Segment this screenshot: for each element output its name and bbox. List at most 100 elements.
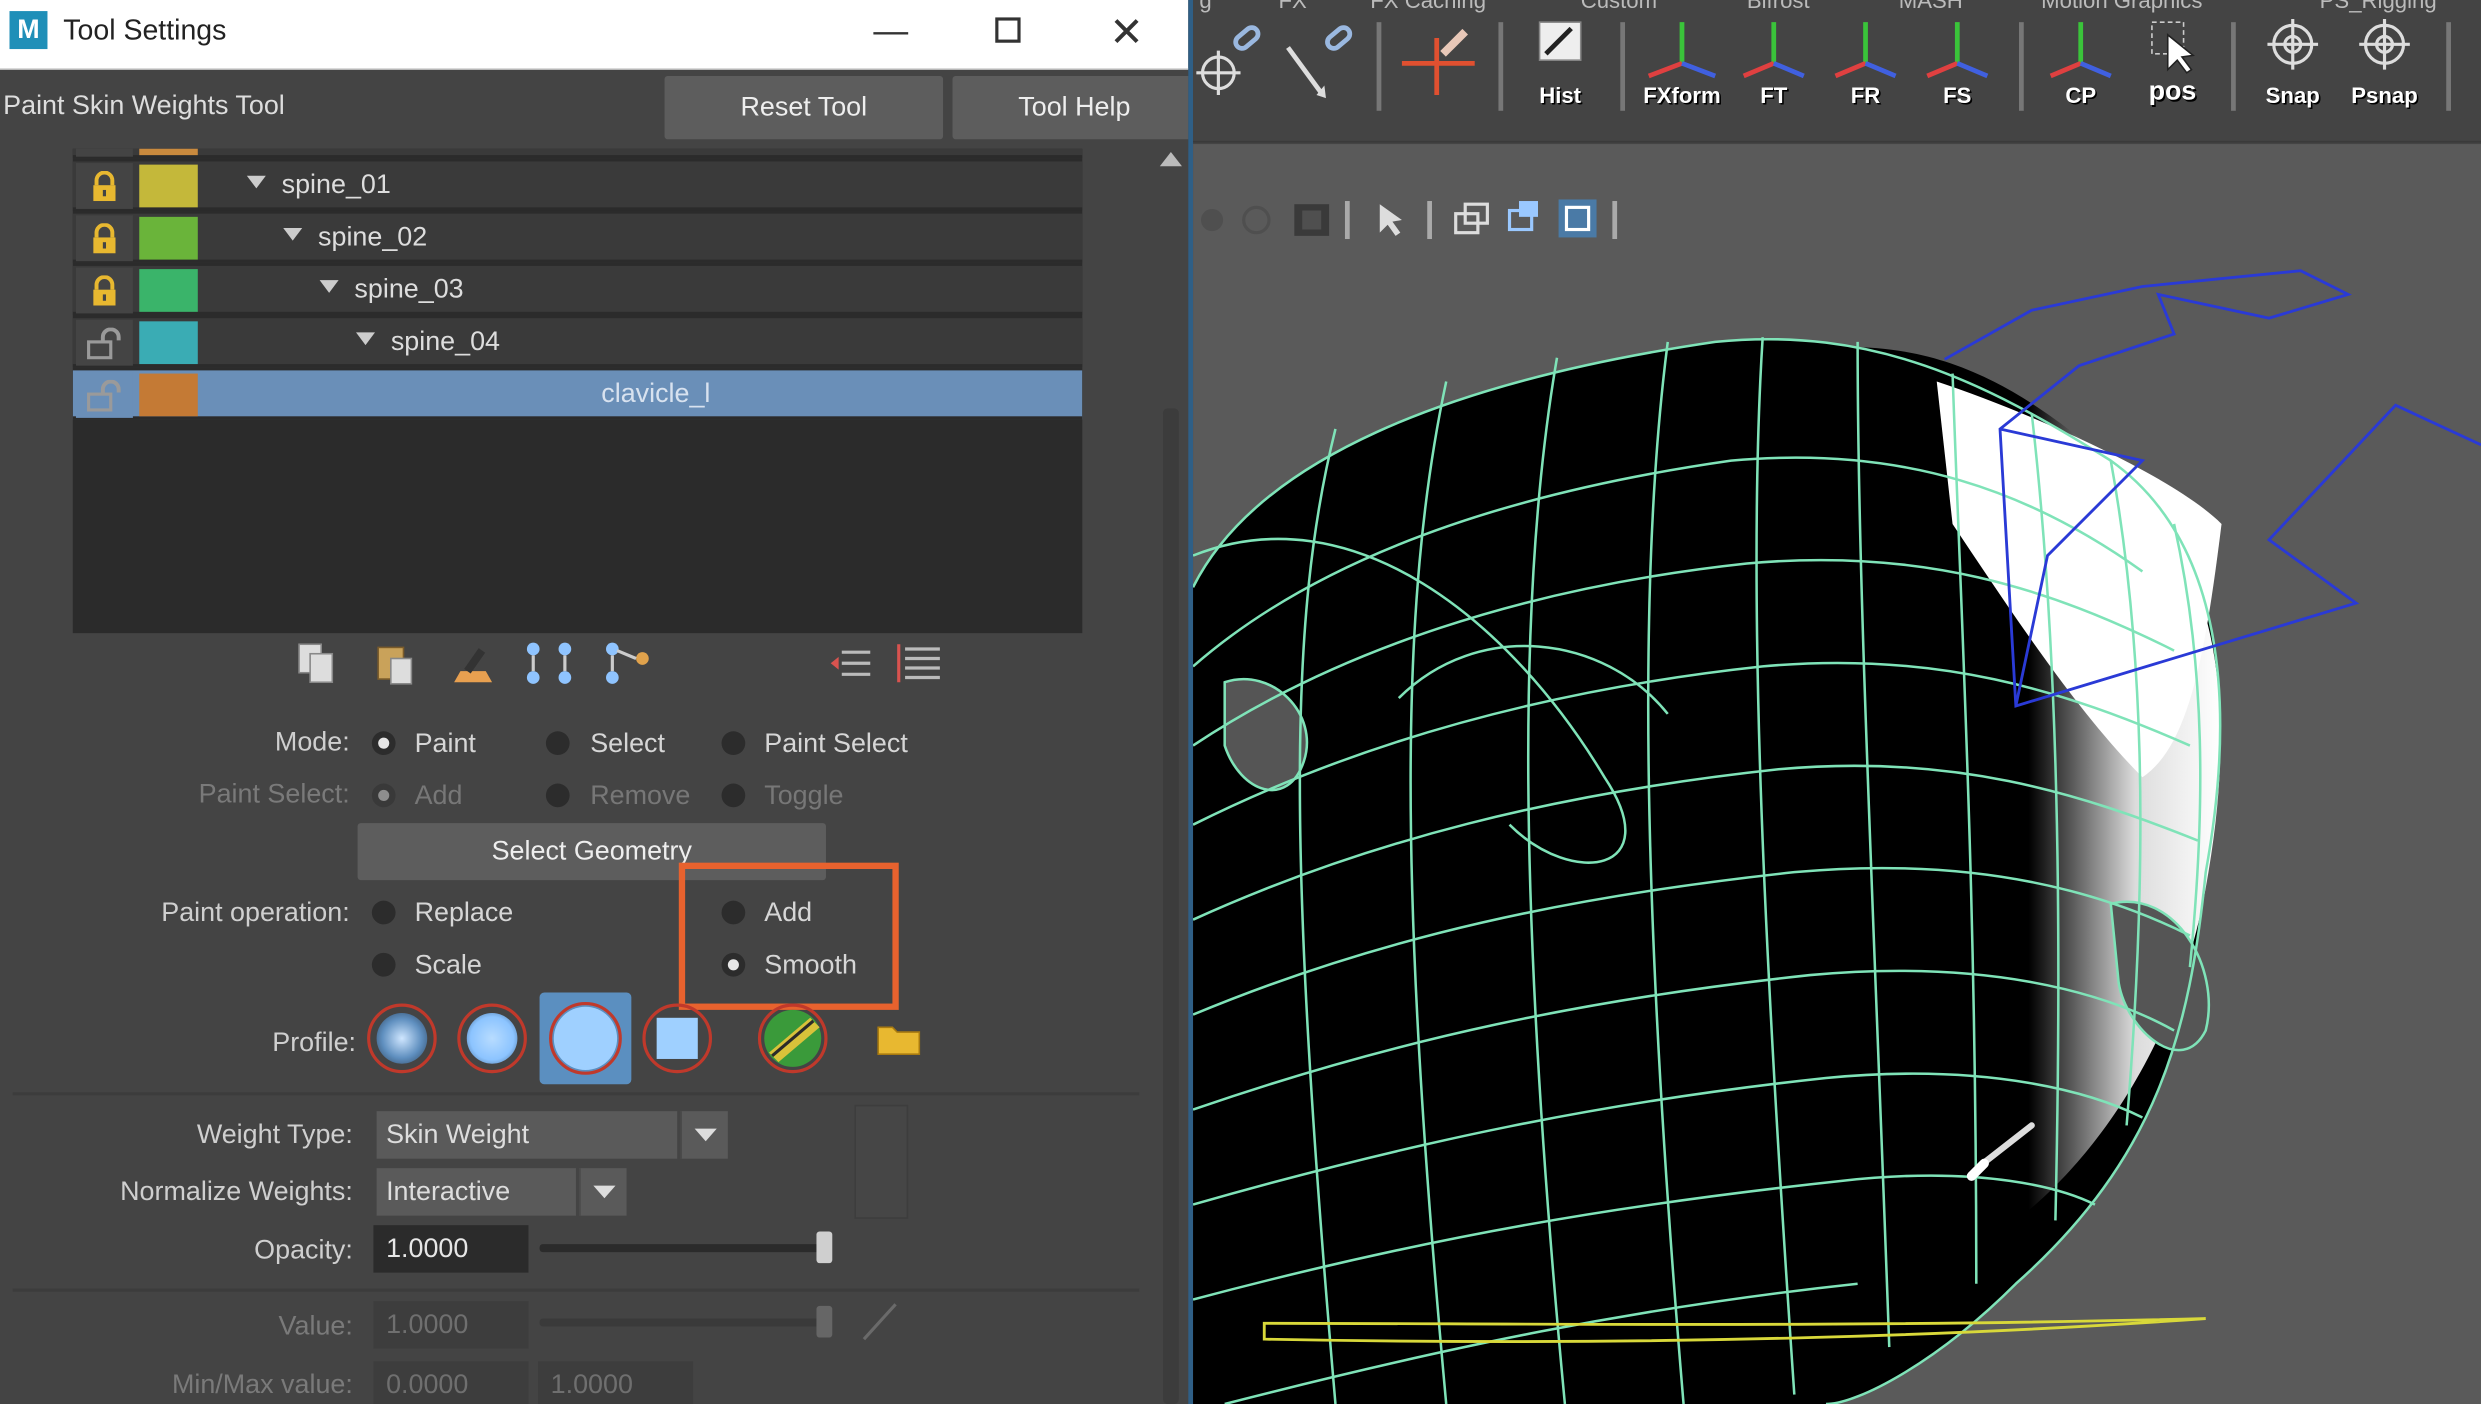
- paint-select-remove-label: Remove: [590, 780, 691, 811]
- square-brush-icon[interactable]: [642, 1003, 713, 1074]
- value-slider-handle: [816, 1305, 833, 1338]
- influence-row[interactable]: spine_01: [72, 161, 1083, 211]
- influence-color-swatch[interactable]: [139, 164, 198, 208]
- mode-paint-select-radio[interactable]: [721, 731, 746, 756]
- normalize-weights-dropdown[interactable]: Interactive: [376, 1168, 576, 1216]
- tool-help-button[interactable]: Tool Help: [952, 75, 1189, 140]
- paint-op-scale-radio[interactable]: [371, 952, 396, 977]
- shelf-tab-custom[interactable]: Custom: [1581, 0, 1657, 13]
- close-button[interactable]: ✕: [1095, 9, 1158, 56]
- influence-row[interactable]: spine_04: [72, 318, 1083, 368]
- shelf-tab-fx[interactable]: FX: [1278, 0, 1306, 13]
- mode-paint-radio[interactable]: [371, 731, 396, 756]
- joint-tool-icon[interactable]: [1396, 16, 1481, 114]
- minimize-button[interactable]: —: [859, 9, 922, 56]
- influence-label: spine_03: [354, 273, 464, 304]
- paint-select-label: Paint Select:: [198, 778, 350, 809]
- expand-triangle-icon[interactable]: [356, 332, 376, 346]
- value-label: Value:: [278, 1310, 353, 1341]
- shelf-caption-10: Snap: [2265, 82, 2320, 108]
- flat-list-icon[interactable]: [601, 636, 655, 690]
- mode-paint-label[interactable]: Paint: [415, 728, 476, 760]
- influence-color-swatch[interactable]: [139, 216, 198, 260]
- list-view-icon[interactable]: [891, 636, 945, 690]
- move-constraint-icon[interactable]: [1196, 16, 1281, 114]
- panel-scrollbar[interactable]: [1159, 151, 1182, 1404]
- freeze-scale-icon[interactable]: FS: [1915, 16, 2000, 114]
- influence-row[interactable]: pelvis: [72, 148, 1083, 159]
- paint-op-replace-radio[interactable]: [371, 900, 396, 925]
- hist-pencil-icon[interactable]: Hist: [1517, 16, 1602, 114]
- point-snap-icon[interactable]: Psnap: [2342, 16, 2427, 114]
- sort-icon[interactable]: [824, 636, 878, 690]
- folder-icon[interactable]: [877, 1021, 921, 1064]
- paint-op-scale-label[interactable]: Scale: [415, 950, 482, 982]
- freeze-translate-icon[interactable]: FT: [1731, 16, 1816, 114]
- expand-triangle-icon[interactable]: [246, 175, 266, 189]
- lock-icon[interactable]: [75, 267, 133, 314]
- swatch-placeholder: [854, 1104, 909, 1219]
- mode-label: Mode:: [274, 726, 350, 757]
- shelf-tab-g[interactable]: g: [1199, 0, 1211, 13]
- shelf-tab-motion-graphics[interactable]: Motion Graphics: [2041, 0, 2202, 13]
- cursor-icon[interactable]: pos: [2130, 16, 2215, 114]
- skinned-mesh-head[interactable]: [1193, 144, 2481, 1404]
- custom-brush-icon[interactable]: [757, 1003, 828, 1074]
- gaussian-brush-icon[interactable]: [367, 1003, 437, 1074]
- unlock-icon[interactable]: [75, 371, 133, 418]
- maya-app-icon: M: [9, 11, 48, 50]
- normalize-chevron-down-icon[interactable]: [579, 1168, 627, 1216]
- shelf-tab-bifrost[interactable]: Bifrost: [1747, 0, 1810, 13]
- weight-type-dropdown[interactable]: Skin Weight: [376, 1111, 678, 1159]
- shelf-separator: [2446, 22, 2451, 111]
- 3d-viewport[interactable]: [1193, 144, 2481, 1404]
- influence-color-swatch[interactable]: [139, 321, 198, 365]
- window-titlebar[interactable]: M Tool Settings — ✕: [0, 0, 1189, 70]
- influence-row[interactable]: clavicle_l: [72, 370, 1083, 420]
- center-pivot-icon[interactable]: CP: [2038, 16, 2123, 114]
- soft-brush-icon[interactable]: [457, 1003, 527, 1074]
- weight-type-chevron-down-icon[interactable]: [680, 1111, 728, 1159]
- influence-color-swatch[interactable]: [139, 148, 198, 156]
- freeze-rotate-icon[interactable]: FR: [1823, 16, 1908, 114]
- shelf-tab-mash[interactable]: MASH: [1899, 0, 1963, 13]
- window-title: Tool Settings: [63, 14, 227, 46]
- shelf-tab-ps-rigging[interactable]: PS_Rigging: [2320, 0, 2437, 13]
- lock-icon[interactable]: [75, 163, 133, 209]
- opacity-slider-handle[interactable]: [816, 1231, 833, 1264]
- scroll-up-icon[interactable]: [1159, 151, 1182, 167]
- scroll-thumb[interactable]: [1162, 408, 1179, 1404]
- mode-paint-select-label[interactable]: Paint Select: [764, 728, 908, 760]
- unlock-icon[interactable]: [75, 319, 133, 366]
- influence-color-swatch[interactable]: [139, 373, 198, 417]
- prune-icon[interactable]: [446, 636, 500, 690]
- mode-select-label[interactable]: Select: [590, 728, 665, 760]
- lock-icon[interactable]: [75, 148, 133, 157]
- influence-list[interactable]: pelvis spine_01 spine_02 spine_03 spine_04cl…: [72, 148, 1083, 634]
- opacity-slider[interactable]: [539, 1244, 831, 1253]
- influence-row[interactable]: spine_02: [72, 213, 1083, 263]
- freeze-transform-icon[interactable]: FXform: [1639, 16, 1724, 114]
- influence-color-swatch[interactable]: [139, 269, 198, 312]
- reset-tool-button[interactable]: Reset Tool: [664, 75, 944, 140]
- snap-icon[interactable]: Snap: [2250, 16, 2335, 114]
- shelf-tab-fx-caching[interactable]: FX Caching: [1370, 0, 1486, 13]
- shelf-separator: [1376, 22, 1382, 111]
- hierarchy-icon[interactable]: [522, 636, 576, 690]
- ik-handle-icon[interactable]: [1282, 16, 1367, 114]
- solid-brush-icon[interactable]: [549, 1001, 622, 1075]
- paint-op-replace-label[interactable]: Replace: [415, 898, 514, 930]
- maximize-button[interactable]: [976, 9, 1039, 56]
- value-field: 1.0000: [373, 1301, 529, 1349]
- opacity-label: Opacity:: [254, 1234, 353, 1265]
- annotation-highlight-box: [678, 862, 899, 1010]
- expand-triangle-icon[interactable]: [319, 280, 339, 293]
- copy-icon[interactable]: [290, 636, 344, 690]
- paste-icon[interactable]: [367, 636, 421, 690]
- mode-select-radio[interactable]: [545, 731, 570, 756]
- expand-triangle-icon[interactable]: [283, 227, 303, 241]
- influence-label: spine_01: [281, 169, 391, 200]
- influence-row[interactable]: spine_03: [72, 265, 1083, 315]
- lock-icon[interactable]: [75, 215, 133, 262]
- opacity-field[interactable]: 1.0000: [373, 1225, 529, 1273]
